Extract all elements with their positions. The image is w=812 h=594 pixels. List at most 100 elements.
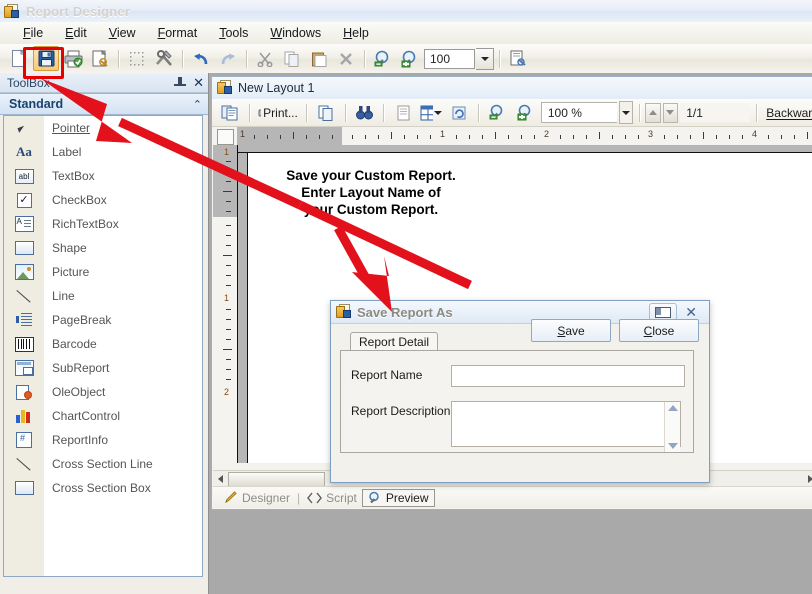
- toolbox-item-line[interactable]: Line: [4, 284, 202, 308]
- floppy-disk-icon[interactable]: [33, 46, 59, 71]
- toolbox-item-checkbox[interactable]: ✓ CheckBox: [4, 188, 202, 212]
- toolbox-item-pointer[interactable]: Pointer: [4, 116, 202, 140]
- page-settings-icon[interactable]: [505, 46, 531, 71]
- close-button[interactable]: Close: [619, 319, 699, 342]
- toolbox-item-label: CheckBox: [52, 193, 107, 207]
- new-page-icon[interactable]: [6, 46, 32, 71]
- menu-item-tools[interactable]: Tools: [208, 23, 259, 43]
- magnifier-minus-icon[interactable]: [370, 46, 396, 71]
- scroll-left-button[interactable]: [213, 472, 228, 486]
- refresh-icon[interactable]: [446, 102, 472, 124]
- toolbox-item-label: ReportInfo: [52, 433, 109, 447]
- menu-item-view[interactable]: View: [98, 23, 147, 43]
- report-name-input[interactable]: [451, 365, 685, 387]
- report-description-textarea[interactable]: [451, 401, 681, 452]
- magnifier-icon: [368, 491, 382, 504]
- tab-preview[interactable]: Preview: [361, 488, 435, 507]
- print-button[interactable]: Print...: [256, 102, 300, 124]
- toolbar-separator: [383, 103, 385, 122]
- left-arrow-icon: [218, 475, 223, 483]
- ruler-number: 1: [440, 129, 446, 139]
- toolbox-section-label: Standard: [9, 97, 64, 111]
- scroll-down-arrow-icon[interactable]: [667, 443, 678, 449]
- menu-item-help[interactable]: Help: [332, 23, 380, 43]
- toolbox-item-label: Cross Section Line: [52, 457, 153, 471]
- toolbox-item-label[interactable]: Aa Label: [4, 140, 202, 164]
- menu-item-format[interactable]: Format: [147, 23, 209, 43]
- backward-button[interactable]: Backward: [763, 102, 812, 124]
- toolbox-item-subreport[interactable]: SubReport: [4, 356, 202, 380]
- multi-page-grid-icon[interactable]: [418, 102, 444, 124]
- pushpin-icon[interactable]: [173, 76, 187, 90]
- hammer-wrench-icon[interactable]: [151, 46, 177, 71]
- toolbox-item-label: RichTextBox: [52, 217, 119, 231]
- copy-report-icon[interactable]: [217, 102, 243, 124]
- x-delete-icon[interactable]: [333, 46, 359, 71]
- child-zoom-input[interactable]: 100 %: [540, 102, 617, 123]
- menu-item-edit[interactable]: Edit: [54, 23, 98, 43]
- child-zoom-dropdown[interactable]: [618, 101, 633, 124]
- toolbox-item-richtextbox[interactable]: RichTextBox: [4, 212, 202, 236]
- toolbox-item-reportinfo[interactable]: ReportInfo: [4, 428, 202, 452]
- magnifier-plus-icon[interactable]: [397, 46, 423, 71]
- menu-bar: File Edit View Format Tools Windows Help: [0, 22, 812, 45]
- page-value: 1/1: [686, 105, 703, 120]
- reportinfo-hash-icon: [4, 432, 44, 448]
- toolbox-item-label: Line: [52, 289, 75, 303]
- annotation-line-2: Enter Layout Name of: [301, 185, 441, 200]
- dotted-grid-icon[interactable]: [124, 46, 150, 71]
- toolbox-item-picture[interactable]: Picture: [4, 260, 202, 284]
- copy-pages-icon[interactable]: [279, 46, 305, 71]
- chevron-up-icon[interactable]: ⌃: [193, 98, 202, 111]
- scroll-right-button[interactable]: [803, 472, 812, 486]
- report-name-label: Report Name: [351, 368, 423, 382]
- child-window-title: New Layout 1: [238, 81, 315, 95]
- close-icon[interactable]: ✕: [685, 304, 697, 321]
- label-aa-icon: Aa: [16, 144, 32, 159]
- toolbox-item-label: TextBox: [52, 169, 95, 183]
- toolbar-separator: [249, 103, 250, 122]
- scroll-up-arrow-icon[interactable]: [667, 405, 678, 411]
- toolbox-item-cross-section-line[interactable]: Cross Section Line: [4, 452, 202, 476]
- scrollbar-thumb[interactable]: [228, 471, 325, 487]
- menu-item-windows[interactable]: Windows: [259, 23, 332, 43]
- clipboard-paste-icon[interactable]: [306, 46, 332, 71]
- tab-designer[interactable]: Designer: [219, 490, 295, 506]
- magnifier-plus-icon[interactable]: [513, 102, 539, 124]
- toolbar-separator: [246, 49, 247, 68]
- tab-script[interactable]: Script: [302, 490, 362, 506]
- zoom-input[interactable]: 100: [424, 48, 475, 69]
- close-icon[interactable]: ✕: [193, 76, 204, 89]
- toolbox-title: ToolBox: [7, 75, 50, 90]
- magnifier-minus-icon[interactable]: [485, 102, 511, 124]
- toolbox-item-label: ChartControl: [52, 409, 121, 423]
- zoom-dropdown-button[interactable]: [476, 47, 494, 70]
- undo-arrow-icon[interactable]: [188, 46, 214, 71]
- menu-item-file[interactable]: File: [12, 23, 54, 43]
- prev-page-button[interactable]: [645, 102, 661, 123]
- toolbox-section-standard[interactable]: Standard ⌃: [0, 93, 208, 115]
- toolbox-item-barcode[interactable]: Barcode: [4, 332, 202, 356]
- binoculars-icon[interactable]: [351, 102, 377, 124]
- page-preview-icon[interactable]: [87, 46, 113, 71]
- save-button[interactable]: Save: [531, 319, 611, 342]
- redo-arrow-icon[interactable]: [215, 46, 241, 71]
- single-page-icon[interactable]: [390, 102, 416, 124]
- richtextbox-icon: [4, 216, 44, 232]
- toolbox-item-oleobject[interactable]: OleObject: [4, 380, 202, 404]
- toolbox-item-textbox[interactable]: abl TextBox: [4, 164, 202, 188]
- chevron-down-icon: [621, 110, 630, 115]
- toolbox-item-cross-section-box[interactable]: Cross Section Box: [4, 476, 202, 500]
- scissors-icon[interactable]: [252, 46, 278, 71]
- pencil-icon: [224, 491, 238, 504]
- chevron-down-icon[interactable]: [434, 110, 443, 115]
- pagebreak-icon: [4, 313, 44, 327]
- toolbox-item-pagebreak[interactable]: PageBreak: [4, 308, 202, 332]
- toolbox-item-chartcontrol[interactable]: ChartControl: [4, 404, 202, 428]
- printer-icon[interactable]: [60, 46, 86, 71]
- tab-label: Preview: [385, 490, 429, 505]
- toolbox-item-shape[interactable]: Shape: [4, 236, 202, 260]
- next-page-button[interactable]: [662, 102, 679, 123]
- copy-icon[interactable]: [313, 102, 339, 124]
- description-scrollbar[interactable]: [664, 402, 680, 452]
